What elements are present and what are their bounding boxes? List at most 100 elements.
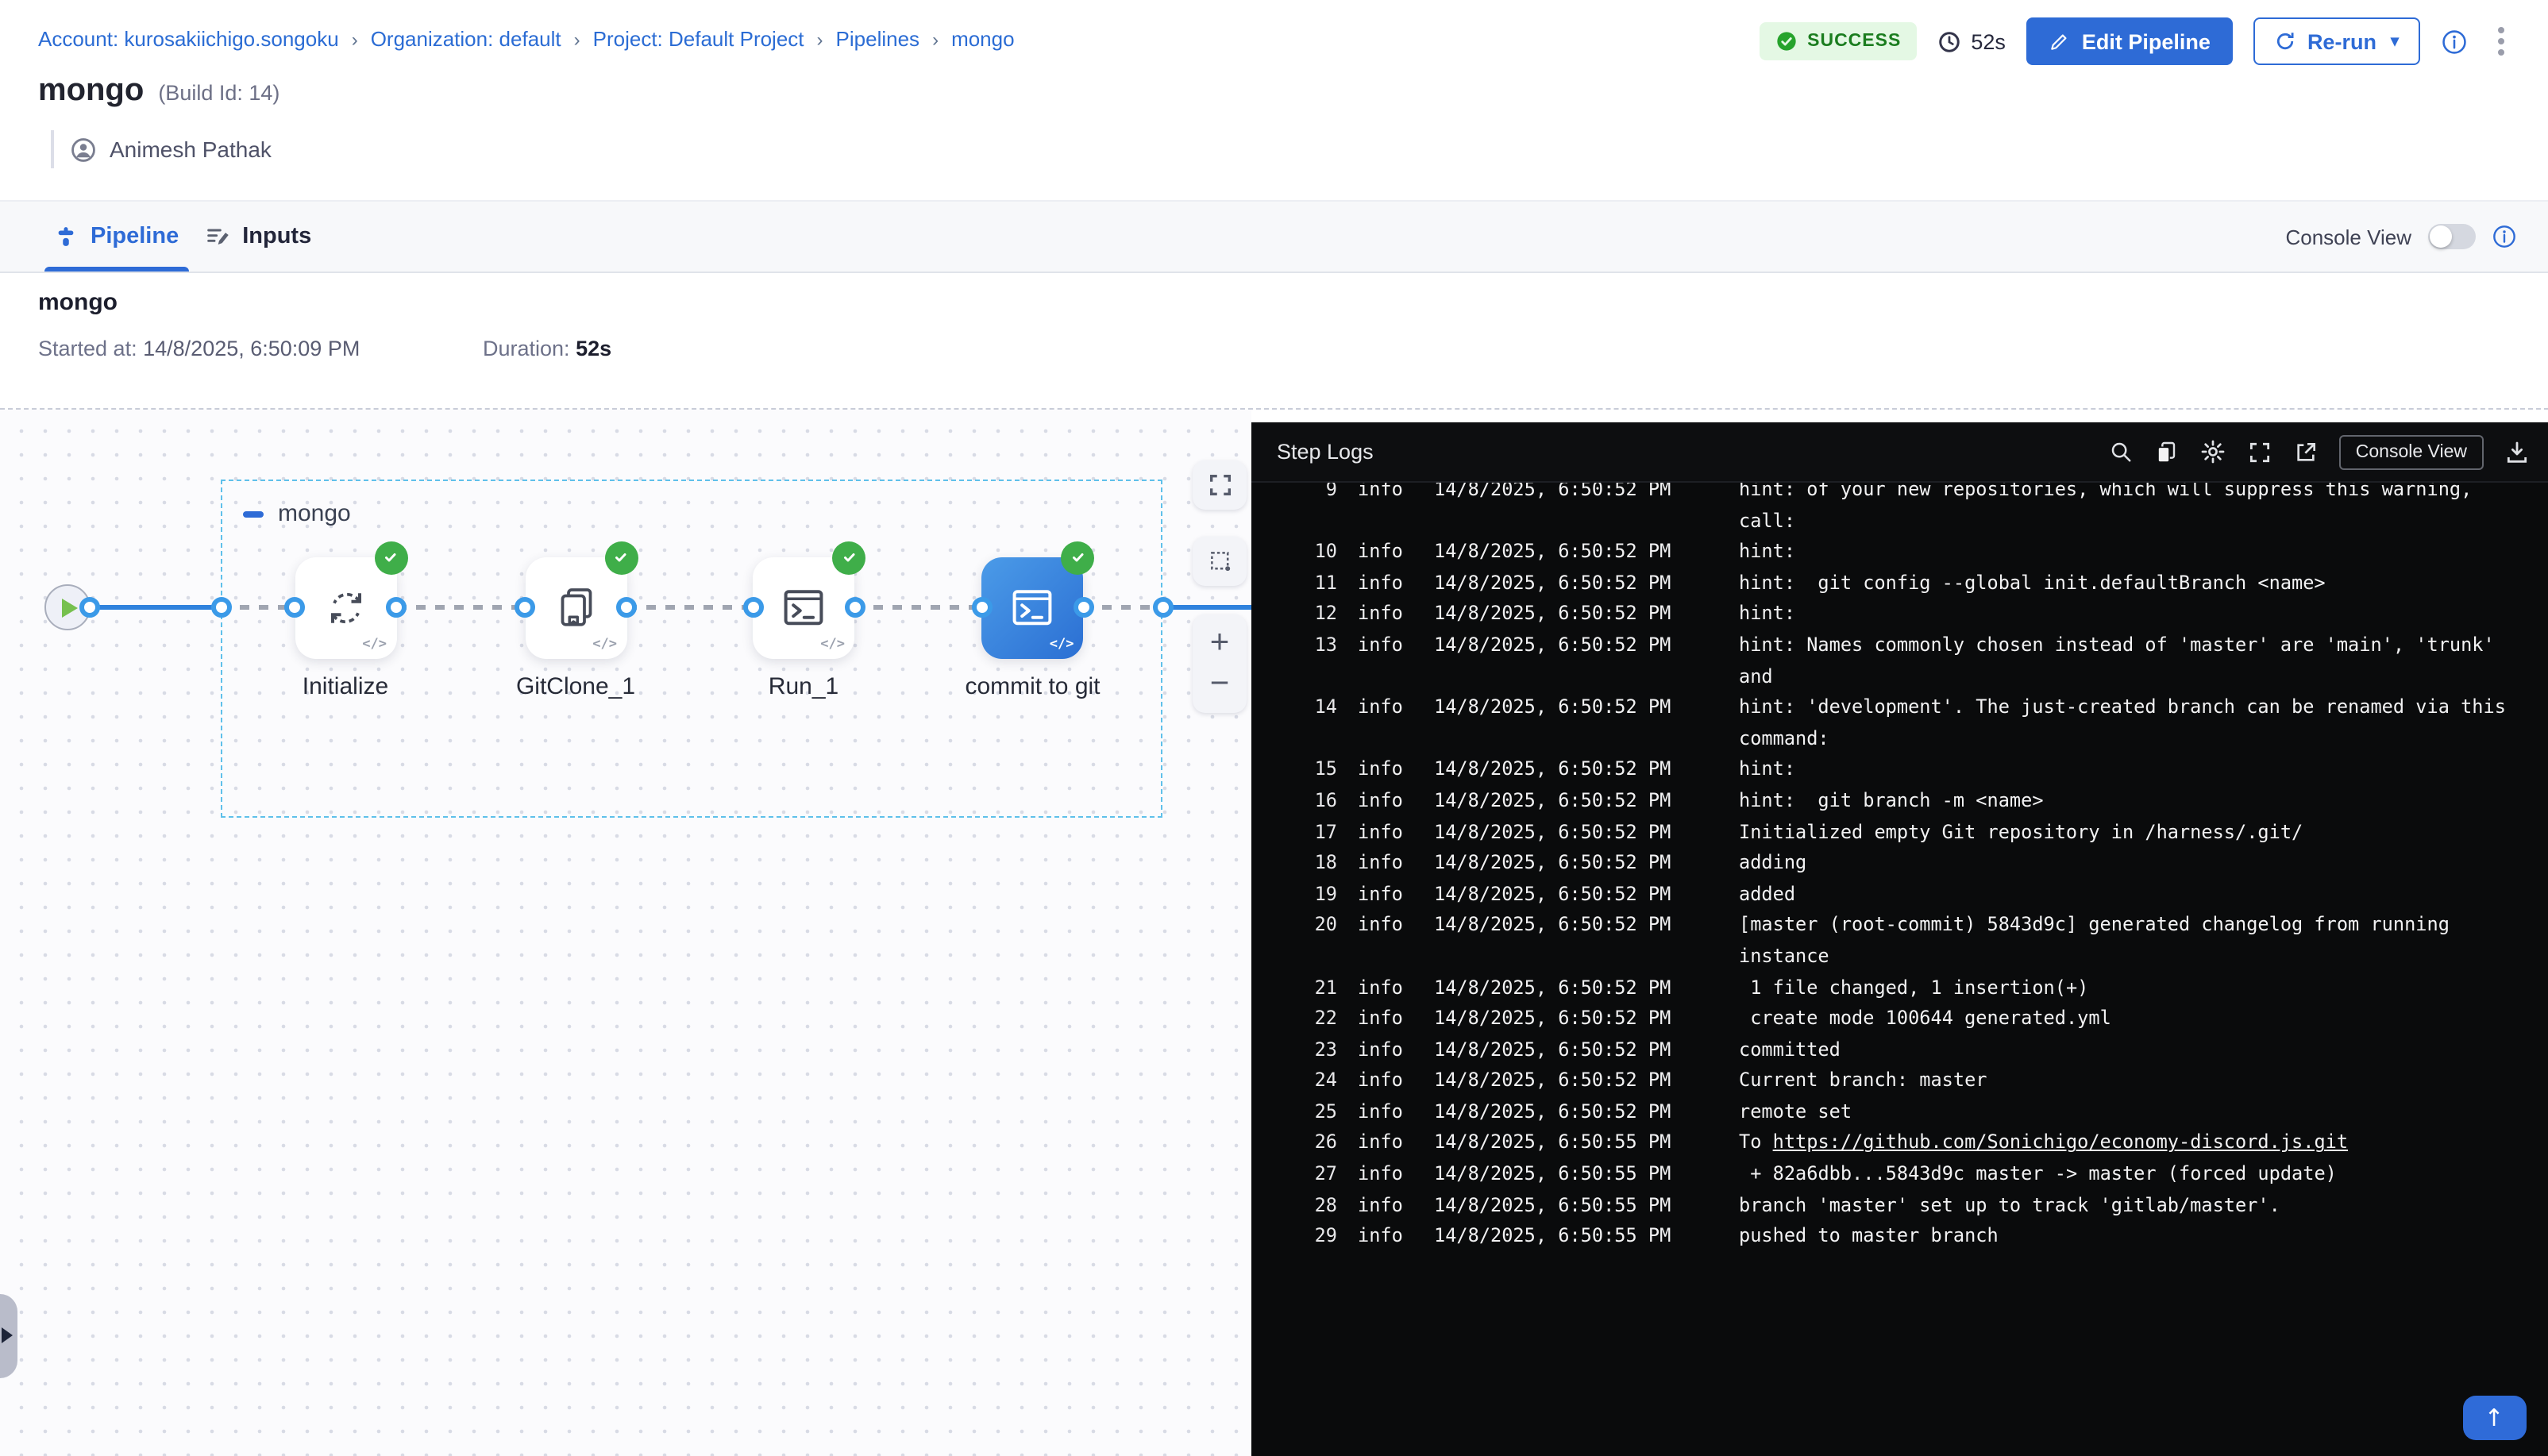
log-timestamp: 14/8/2025, 6:50:52 PM bbox=[1434, 973, 1688, 1003]
zoom-in-button[interactable]: + bbox=[1210, 622, 1230, 664]
breadcrumb-item[interactable]: Organization: default bbox=[371, 27, 561, 51]
log-level: info bbox=[1358, 630, 1405, 692]
expand-arrow-icon bbox=[2, 1327, 13, 1343]
log-copy-icon[interactable] bbox=[2154, 439, 2180, 464]
log-message: adding bbox=[1739, 848, 2533, 879]
log-row: 22info14/8/2025, 6:50:52 PM create mode … bbox=[1251, 1003, 2548, 1034]
breadcrumb-item[interactable]: mongo bbox=[951, 27, 1015, 51]
connector-port[interactable] bbox=[972, 597, 993, 618]
log-timestamp: 14/8/2025, 6:50:52 PM bbox=[1434, 537, 1688, 568]
console-view-info-icon[interactable] bbox=[2491, 224, 2516, 249]
log-row: 13info14/8/2025, 6:50:52 PMhint: Names c… bbox=[1251, 630, 2548, 692]
connector-port[interactable] bbox=[515, 597, 535, 618]
breadcrumb-item[interactable]: Project: Default Project bbox=[593, 27, 804, 51]
status-badge: SUCCESS bbox=[1760, 22, 1917, 60]
connector-port[interactable] bbox=[844, 597, 865, 618]
console-view-toggle[interactable] bbox=[2427, 224, 2475, 249]
rerun-button[interactable]: Re-run ▾ bbox=[2253, 17, 2419, 65]
tab-inputs[interactable]: Inputs bbox=[201, 202, 314, 272]
log-level: info bbox=[1358, 1066, 1405, 1097]
log-level: info bbox=[1358, 1222, 1405, 1253]
author-name: Animesh Pathak bbox=[110, 137, 272, 162]
fullscreen-icon bbox=[1206, 472, 1233, 499]
breadcrumb-item[interactable]: Account: kurosakiichigo.songoku bbox=[38, 27, 339, 51]
log-line-number: 24 bbox=[1283, 1066, 1337, 1097]
connector-port[interactable] bbox=[284, 597, 305, 618]
breadcrumb-item[interactable]: Pipelines bbox=[836, 27, 920, 51]
left-panel-expand-handle[interactable] bbox=[0, 1294, 17, 1378]
console-view-toggle-group: Console View bbox=[2285, 224, 2516, 249]
edit-pipeline-button[interactable]: Edit Pipeline bbox=[2026, 17, 2233, 65]
log-search-icon[interactable] bbox=[2110, 440, 2134, 464]
connector-port[interactable] bbox=[79, 597, 99, 618]
log-timestamp: 14/8/2025, 6:50:52 PM bbox=[1434, 879, 1688, 910]
log-message: hint: git branch -m <name> bbox=[1739, 786, 2533, 817]
log-row: 29info14/8/2025, 6:50:55 PMpushed to mas… bbox=[1251, 1222, 2548, 1253]
connector-port[interactable] bbox=[742, 597, 763, 618]
log-level: info bbox=[1358, 1128, 1405, 1159]
step-label: Initialize bbox=[218, 673, 472, 700]
log-line-number: 13 bbox=[1283, 630, 1337, 692]
main-area: mongo + − bbox=[0, 410, 2548, 1456]
pipeline-info-icon[interactable] bbox=[2440, 28, 2467, 55]
log-output[interactable]: 9info14/8/2025, 6:50:52 PMhint: of your … bbox=[1251, 483, 2548, 1456]
log-repo-link[interactable]: https://github.com/Sonichigo/economy-dis… bbox=[1773, 1131, 2348, 1154]
started-at: Started at: 14/8/2025, 6:50:09 PM bbox=[38, 337, 483, 360]
log-message: 1 file changed, 1 insertion(+) bbox=[1739, 973, 2533, 1003]
log-timestamp: 14/8/2025, 6:50:55 PM bbox=[1434, 1222, 1688, 1253]
canvas-fullscreen-button[interactable] bbox=[1193, 460, 1247, 510]
title-row: mongo (Build Id: 14) bbox=[38, 73, 279, 110]
log-line-number: 17 bbox=[1283, 817, 1337, 848]
step-success-icon bbox=[604, 541, 638, 574]
log-row: 27info14/8/2025, 6:50:55 PM + 82a6dbb...… bbox=[1251, 1159, 2548, 1190]
log-line-number: 28 bbox=[1283, 1190, 1337, 1221]
log-row: 14info14/8/2025, 6:50:52 PMhint: 'develo… bbox=[1251, 692, 2548, 754]
log-row: 24info14/8/2025, 6:50:52 PMCurrent branc… bbox=[1251, 1066, 2548, 1097]
pipeline-step-initialize[interactable]: </> bbox=[295, 557, 396, 658]
log-row: 10info14/8/2025, 6:50:52 PMhint: bbox=[1251, 537, 2548, 568]
zoom-out-button[interactable]: − bbox=[1210, 664, 1230, 705]
log-settings-gear-icon[interactable] bbox=[2200, 438, 2227, 465]
run-meta: Started at: 14/8/2025, 6:50:09 PM Durati… bbox=[38, 337, 611, 360]
rerun-dropdown-caret[interactable]: ▾ bbox=[2391, 33, 2399, 50]
scroll-to-top-button[interactable]: ↑ bbox=[2462, 1396, 2526, 1440]
log-panel-title: Step Logs bbox=[1277, 440, 1374, 464]
connector-port[interactable] bbox=[386, 597, 407, 618]
log-message: create mode 100644 generated.yml bbox=[1739, 1003, 2533, 1034]
log-message: committed bbox=[1739, 1034, 2533, 1065]
connector-port[interactable] bbox=[1074, 597, 1094, 618]
log-open-external-icon[interactable] bbox=[2294, 439, 2319, 464]
log-download-icon[interactable] bbox=[2504, 439, 2529, 464]
log-level: info bbox=[1358, 1003, 1405, 1034]
clone-step-icon bbox=[552, 584, 599, 631]
step-success-icon bbox=[832, 541, 865, 574]
log-level: info bbox=[1358, 786, 1405, 817]
run-summary: mongo Started at: 14/8/2025, 6:50:09 PM … bbox=[0, 273, 2548, 410]
log-message: To https://github.com/Sonichigo/economy-… bbox=[1739, 1128, 2533, 1159]
stage-group-header: mongo bbox=[243, 500, 351, 527]
step-label: Run_1 bbox=[677, 673, 931, 700]
connector-port[interactable] bbox=[210, 597, 231, 618]
log-row: 15info14/8/2025, 6:50:52 PMhint: bbox=[1251, 755, 2548, 786]
collapse-stage-icon[interactable] bbox=[243, 510, 264, 517]
pipeline-canvas[interactable]: mongo + − bbox=[0, 410, 1251, 1456]
log-timestamp: 14/8/2025, 6:50:52 PM bbox=[1434, 1003, 1688, 1034]
log-line-number: 23 bbox=[1283, 1034, 1337, 1065]
execution-duration: 52s bbox=[1937, 29, 2006, 53]
log-console-view-button[interactable]: Console View bbox=[2340, 434, 2483, 469]
log-panel-header: Step Logs bbox=[1251, 422, 2548, 483]
log-timestamp: 14/8/2025, 6:50:52 PM bbox=[1434, 630, 1688, 692]
log-timestamp: 14/8/2025, 6:50:52 PM bbox=[1434, 1034, 1688, 1065]
connector-port[interactable] bbox=[616, 597, 637, 618]
log-message: added bbox=[1739, 879, 2533, 910]
log-fullscreen-icon[interactable] bbox=[2248, 439, 2273, 464]
more-options-menu-icon[interactable] bbox=[2488, 21, 2513, 62]
tab-pipeline[interactable]: Pipeline bbox=[51, 202, 182, 272]
log-message: pushed to master branch bbox=[1739, 1222, 2533, 1253]
log-row: 26info14/8/2025, 6:50:55 PMTo https://gi… bbox=[1251, 1128, 2548, 1159]
canvas-select-button[interactable] bbox=[1193, 537, 1247, 586]
connector-port[interactable] bbox=[1153, 597, 1174, 618]
log-timestamp: 14/8/2025, 6:50:52 PM bbox=[1434, 786, 1688, 817]
pipeline-step-gitclone_1[interactable]: </> bbox=[525, 557, 626, 658]
step-success-icon bbox=[374, 541, 407, 574]
